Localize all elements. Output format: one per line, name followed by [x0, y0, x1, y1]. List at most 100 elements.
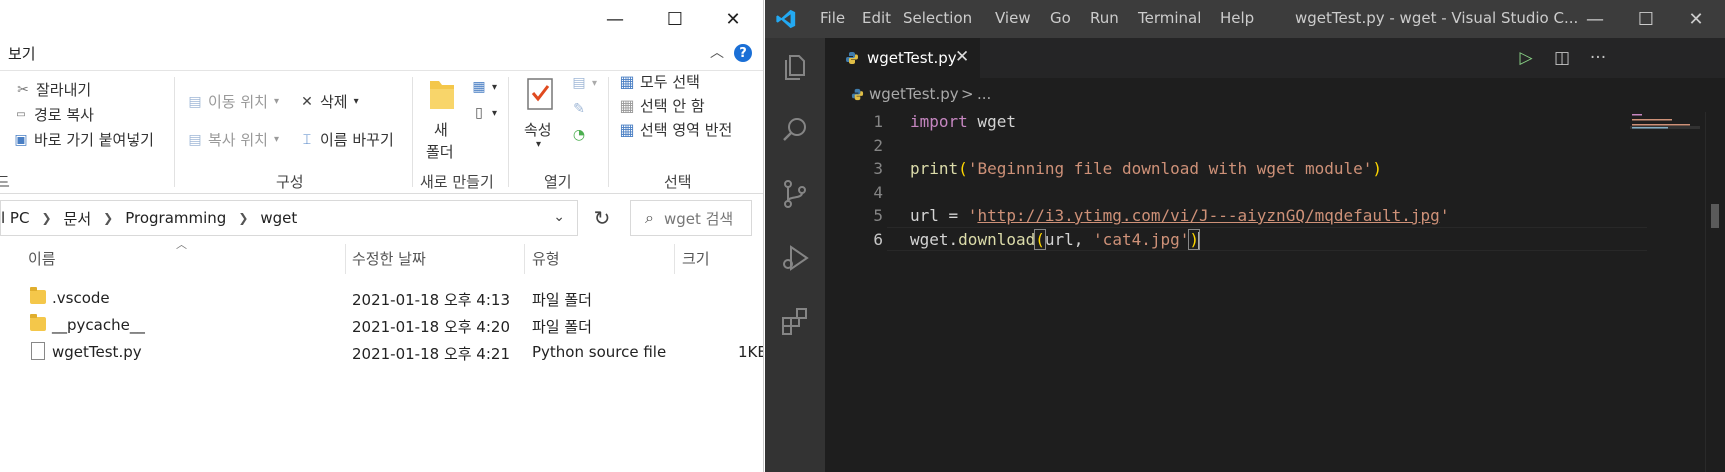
refresh-button[interactable]: ↻	[582, 200, 622, 236]
delete-x-icon: ✕	[301, 93, 313, 110]
invert-selection-icon: ▦	[619, 119, 635, 139]
chevron-right-icon: ❯	[41, 211, 52, 225]
cut-button[interactable]: ✂ 잘라내기	[14, 79, 91, 100]
column-header-name[interactable]: 이름	[28, 248, 56, 269]
code-editor[interactable]: 1 2 3 4 5 6 import wget print('Beginning…	[825, 112, 1725, 472]
breadcrumb-programming[interactable]: Programming	[125, 209, 226, 227]
activity-bar	[765, 38, 825, 472]
dropdown-arrow-icon: ▾	[273, 134, 279, 145]
play-icon: ▷	[1519, 48, 1533, 68]
copy-path-icon: ▭	[16, 108, 26, 120]
menu-help[interactable]: Help	[1220, 9, 1254, 27]
address-bar[interactable]: l PC ❯ 문서 ❯ Programming ❯ wget ⌄	[0, 200, 578, 236]
column-header-type[interactable]: 유형	[532, 248, 560, 269]
split-editor-button[interactable]: ◫	[1544, 38, 1580, 78]
more-actions-button[interactable]: ···	[1580, 38, 1616, 78]
group-divider	[412, 77, 413, 187]
select-none-button[interactable]: ▦ 선택 안 함	[618, 95, 704, 116]
file-type: 파일 폴더	[532, 318, 592, 336]
paste-shortcut-button[interactable]: ▣ 바로 가기 붙여넣기	[12, 129, 154, 150]
properties-label: 속성	[524, 121, 552, 139]
token-string: 'cat4.jpg'	[1093, 230, 1190, 249]
breadcrumb-documents[interactable]: 문서	[64, 208, 92, 229]
breadcrumb-symbols[interactable]: ...	[977, 85, 991, 103]
column-divider[interactable]	[524, 244, 525, 274]
easy-access-button[interactable]: ▯ ▾	[470, 105, 497, 121]
file-row[interactable]: .vscode 2021-01-18 오후 4:13 파일 폴더	[0, 286, 763, 312]
menu-run[interactable]: Run	[1090, 9, 1119, 27]
scrollbar-thumb[interactable]	[1711, 204, 1719, 228]
minimize-icon: —	[606, 8, 624, 30]
open-icon: ▤	[572, 75, 586, 91]
column-header-modified[interactable]: 수정한 날짜	[352, 248, 426, 269]
token-string: 'Beginning file download with wget modul…	[967, 159, 1373, 178]
menu-terminal[interactable]: Terminal	[1138, 9, 1201, 27]
new-folder-button[interactable]: 새 폴더	[424, 77, 460, 167]
new-item-button[interactable]: ▦ ▾	[470, 79, 497, 95]
file-row[interactable]: __pycache__ 2021-01-18 오후 4:20 파일 폴더	[0, 313, 763, 339]
file-modified: 2021-01-18 오후 4:21	[352, 345, 510, 363]
file-size: 1KB	[738, 343, 763, 361]
file-row[interactable]: wgetTest.py 2021-01-18 오후 4:21 Python so…	[0, 340, 763, 366]
search-icon[interactable]	[777, 112, 813, 148]
vscode-minimize-button[interactable]: —	[1570, 0, 1620, 38]
file-explorer-window: — ☐ ✕ 보기 ︿ ? ✂잘라내기 ▭경로 복사 ▣바로 가기 붙여넣기 드 …	[0, 0, 764, 472]
history-button[interactable]: ◔	[570, 127, 592, 143]
menu-edit[interactable]: Edit	[862, 9, 891, 27]
file-name: wgetTest.py	[52, 343, 142, 361]
search-input[interactable]: ⌕ wget 검색	[630, 200, 752, 236]
token-function: download	[958, 230, 1036, 249]
scissors-icon: ✂	[17, 81, 29, 98]
invert-selection-button[interactable]: ▦ 선택 영역 반전	[618, 119, 732, 140]
run-debug-icon[interactable]	[777, 240, 813, 276]
group-divider	[508, 77, 509, 187]
new-folder-label-1: 새	[434, 121, 448, 139]
breadcrumb-file[interactable]: wgetTest.py	[869, 85, 959, 103]
column-header-size[interactable]: 크기	[682, 248, 710, 269]
open-with-button[interactable]: ▤ ▾	[570, 75, 597, 91]
chevron-down-icon[interactable]: ⌄	[553, 209, 565, 225]
explorer-files-icon[interactable]	[777, 48, 813, 84]
select-all-icon: ▦	[619, 71, 635, 91]
close-icon: ✕	[725, 8, 741, 30]
help-icon[interactable]: ?	[734, 44, 752, 62]
properties-button[interactable]: 속성 ▾	[520, 77, 560, 167]
move-to-button[interactable]: ▤ 이동 위치 ▾	[186, 91, 279, 112]
explorer-close-button[interactable]: ✕	[710, 0, 756, 38]
run-python-file-button[interactable]: ▷	[1508, 38, 1544, 78]
menu-selection[interactable]: Selection	[903, 9, 972, 27]
vscode-maximize-button[interactable]: ☐	[1621, 0, 1671, 38]
copy-to-button[interactable]: ▤ 복사 위치 ▾	[186, 129, 279, 150]
close-icon[interactable]: ✕	[955, 47, 969, 67]
vscode-logo-icon	[776, 9, 796, 29]
column-divider[interactable]	[345, 244, 346, 274]
ribbon-tab-view[interactable]: 보기	[8, 43, 36, 64]
extensions-icon[interactable]	[777, 304, 813, 340]
select-all-button[interactable]: ▦ 모두 선택	[618, 71, 700, 92]
dropdown-arrow-icon: ▾	[492, 81, 498, 93]
breadcrumb-this-pc[interactable]: l PC	[1, 209, 29, 227]
copy-path-button[interactable]: ▭ 경로 복사	[12, 104, 94, 125]
delete-button[interactable]: ✕ 삭제 ▾	[298, 91, 359, 112]
collapse-ribbon-button[interactable]: ︿	[710, 42, 724, 62]
edit-button[interactable]: ✎	[570, 101, 592, 117]
file-type: Python source file	[532, 343, 667, 361]
cut-label: 잘라내기	[36, 81, 92, 99]
token-url-link[interactable]: http://i3.ytimg.com/vi/J---aiyznGQ/mqdef…	[977, 206, 1439, 225]
explorer-maximize-button[interactable]: ☐	[652, 0, 698, 38]
vscode-close-button[interactable]: ✕	[1671, 0, 1721, 38]
menu-view[interactable]: View	[995, 9, 1031, 27]
tab-wgettest[interactable]: wgetTest.py ✕	[825, 38, 980, 78]
ribbon: ✂잘라내기 ▭경로 복사 ▣바로 가기 붙여넣기 드 ▤이동 위치▾ ✕삭제▾ …	[0, 70, 763, 194]
column-divider[interactable]	[674, 244, 675, 274]
menu-file[interactable]: File	[820, 9, 845, 27]
token-function: print	[910, 159, 959, 178]
explorer-minimize-button[interactable]: —	[592, 0, 638, 38]
line-number: 2	[873, 136, 883, 155]
menu-go[interactable]: Go	[1050, 9, 1071, 27]
token-string: '	[967, 206, 978, 225]
source-control-icon[interactable]	[777, 176, 813, 212]
rename-button[interactable]: ⌶ 이름 바꾸기	[298, 129, 394, 150]
breadcrumb-wget[interactable]: wget	[260, 209, 297, 227]
minimap[interactable]	[1630, 112, 1700, 142]
